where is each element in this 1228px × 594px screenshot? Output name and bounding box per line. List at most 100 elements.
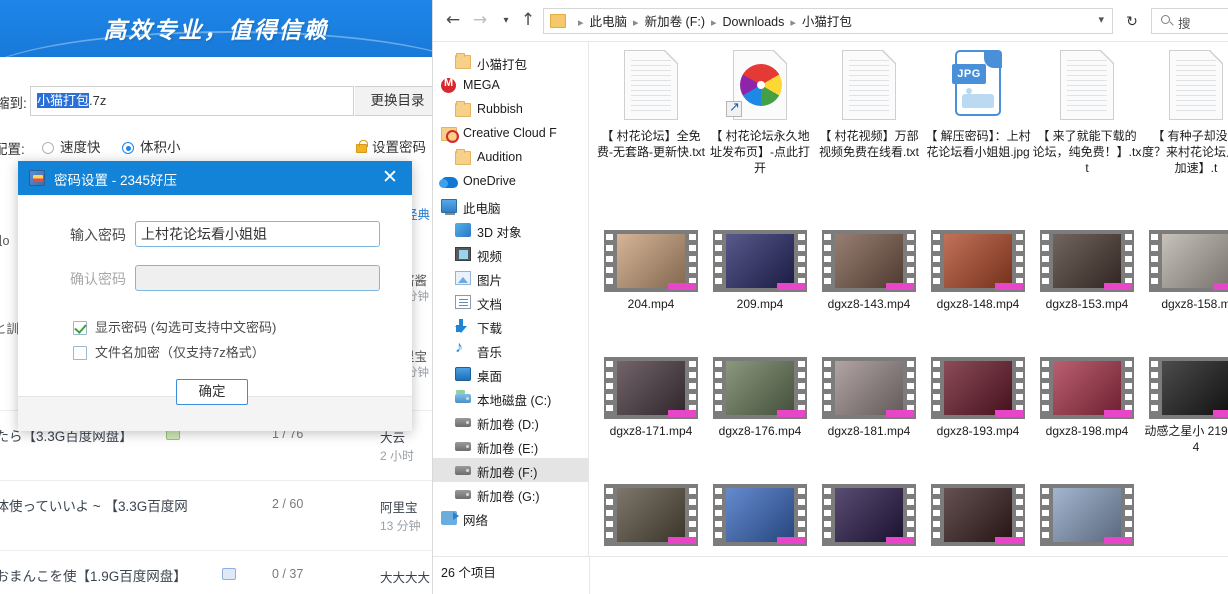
search-icon	[1161, 15, 1170, 24]
checkbox-box	[73, 321, 87, 335]
sidebar-item-label: 本地磁盘 (C:)	[477, 394, 552, 408]
screen-root: 高效专业，值得信赖 缩到: 小猫打包.7z 更换目录 配置: 速度快 体积小 设…	[0, 0, 1228, 594]
sidebar-item-13[interactable]: 桌面	[433, 362, 588, 386]
show-password-checkbox[interactable]: 显示密码 (勾选可支持中文密码)	[73, 317, 276, 336]
video-thumbnail-icon	[1032, 230, 1142, 297]
sidebar-item-6[interactable]: 此电脑	[433, 194, 588, 218]
sidebar-item-14[interactable]: 本地磁盘 (C:)	[433, 386, 588, 410]
sidebar-item-9[interactable]: 图片	[433, 266, 588, 290]
sidebar-item-label: Rubbish	[477, 102, 523, 116]
sidebar-item-7[interactable]: 3D 对象	[433, 218, 588, 242]
breadcrumb[interactable]: ▸ 此电脑 ▸ 新加卷 (F:) ▸ Downloads ▸ 小猫打包 ▾	[543, 8, 1113, 34]
archive-app-icon	[29, 170, 45, 186]
file-name-label: 【 村花论坛】全免费-无套路-更新快.txt	[597, 129, 705, 159]
breadcrumb-item-3[interactable]: 小猫打包	[802, 15, 852, 29]
sidebar-item-label: 桌面	[477, 370, 503, 384]
search-input[interactable]: 搜	[1151, 8, 1228, 34]
file-name-label: 【 来了就能下载的论坛，纯免费！】.txt	[1032, 129, 1142, 175]
sidebar-item-11[interactable]: 下载	[433, 314, 588, 338]
file-name-label: dgxz8-171.mp4	[609, 424, 693, 438]
sidebar-item-label: 新加卷 (D:)	[477, 418, 539, 432]
video-thumbnail-icon	[923, 230, 1033, 297]
text-file-icon	[1141, 50, 1228, 125]
change-directory-button[interactable]: 更换目录	[355, 86, 432, 116]
folder-icon	[550, 14, 566, 28]
password-input[interactable]: 上村花论坛看小姐姐	[135, 221, 380, 247]
video-thumbnail-icon	[1032, 357, 1142, 424]
sidebar-item-5[interactable]: OneDrive	[433, 170, 588, 194]
forum-left-fragment-1: 组o	[0, 234, 10, 248]
list-item[interactable]: におまんこを使【1.9G百度网盘】 0 / 37 大大大大	[0, 550, 432, 594]
radio-fast-dot	[42, 142, 54, 154]
list-item[interactable]: の体使っていいよ ~ 【3.3G百度网 2 / 60 阿里宝 13 分钟	[0, 480, 432, 550]
video-thumbnail-icon	[1032, 484, 1142, 551]
sidebar-item-17[interactable]: 新加卷 (F:)	[433, 458, 588, 482]
dialog-titlebar: 密码设置 - 2345好压 ✕	[18, 161, 412, 195]
sidebar-item-12[interactable]: 音乐	[433, 338, 588, 362]
sidebar-item-16[interactable]: 新加卷 (E:)	[433, 434, 588, 458]
file-grid[interactable]: 【 村花论坛】全免费-无套路-更新快.txt【 村花论坛永久地址发布页】-点此打…	[590, 42, 1228, 556]
file-explorer-window: ← → ▾ ↑ ▸ 此电脑 ▸ 新加卷 (F:) ▸ Downloads ▸ 小猫打包 ▾ ↻…	[432, 0, 1228, 594]
music-icon	[455, 339, 468, 357]
sidebar-item-19[interactable]: 网络	[433, 506, 588, 530]
forum-row-title: におまんこを使【1.9G百度网盘】	[0, 569, 187, 584]
video-thumbnail-icon	[923, 484, 1033, 551]
video-thumbnail-icon	[1141, 230, 1228, 297]
drive-icon	[455, 466, 471, 475]
radio-fast-label: 速度快	[60, 140, 101, 155]
drive-icon	[455, 418, 471, 427]
compress-to-label: 缩到:	[0, 96, 27, 111]
arrow-left-icon[interactable]: ←	[442, 10, 464, 32]
ok-button[interactable]: 确定	[176, 379, 248, 405]
sidebar-item-8[interactable]: 视频	[433, 242, 588, 266]
breadcrumb-item-0[interactable]: 此电脑	[590, 15, 628, 29]
sidebar-item-3[interactable]: Creative Cloud F	[433, 122, 588, 146]
video-thumbnail-icon	[705, 357, 815, 424]
downloads-icon	[455, 319, 467, 333]
chevron-down-icon[interactable]: ▾	[495, 10, 517, 32]
sidebar-item-10[interactable]: 文档	[433, 290, 588, 314]
file-name-label: 【 有种子却没速度？来村花论坛人工加速】.t	[1141, 129, 1228, 175]
forum-row-title: の体使っていいよ ~ 【3.3G百度网	[0, 499, 188, 514]
sidebar-item-15[interactable]: 新加卷 (D:)	[433, 410, 588, 434]
jpg-image-icon: JPG	[923, 50, 1033, 121]
sidebar-item-2[interactable]: Rubbish	[433, 98, 588, 122]
radio-small-size[interactable]: 体积小	[122, 136, 181, 156]
file-name-label: dgxz8-143.mp4	[827, 297, 911, 311]
drive-icon	[455, 442, 471, 451]
arrow-right-icon[interactable]: →	[469, 10, 491, 32]
arrow-up-icon[interactable]: ↑	[517, 10, 539, 32]
forum-row-time: 13 分钟	[380, 519, 421, 533]
sidebar-item-label: 3D 对象	[477, 226, 522, 240]
navigation-pane[interactable]: 小猫打包 MEGA Rubbish Creative Cloud F Audition O…	[433, 42, 589, 556]
promo-banner: 高效专业，值得信赖	[0, 0, 432, 57]
video-thumbnail-icon	[596, 357, 706, 424]
file-name-label: dgxz8-148.mp4	[936, 297, 1020, 311]
archive-name-input[interactable]: 小猫打包.7z	[30, 86, 354, 116]
video-thumbnail-icon	[705, 230, 815, 297]
sidebar-item-label: 网络	[463, 514, 489, 528]
attachment-badge-icon	[222, 568, 236, 580]
forum-row-author: 大大大大	[380, 571, 431, 585]
radio-fast-speed[interactable]: 速度快	[42, 136, 101, 156]
sidebar-item-1[interactable]: MEGA	[433, 74, 588, 98]
encrypt-filename-label: 文件名加密（仅支持7z格式）	[95, 345, 265, 360]
encrypt-filename-checkbox[interactable]: 文件名加密（仅支持7z格式）	[73, 342, 265, 361]
breadcrumb-item-1[interactable]: 新加卷 (F:)	[645, 15, 705, 29]
status-divider	[589, 557, 590, 594]
confirm-password-input[interactable]	[135, 265, 380, 291]
compression-config-label: 配置:	[0, 142, 25, 157]
sidebar-item-label: 图片	[477, 274, 503, 288]
sidebar-item-0[interactable]: 小猫打包	[433, 50, 588, 74]
radio-small-dot	[122, 142, 134, 154]
breadcrumb-item-2[interactable]: Downloads	[723, 15, 785, 29]
file-name-label: dgxz8-198.mp4	[1045, 424, 1129, 438]
radio-small-label: 体积小	[140, 140, 181, 155]
close-icon[interactable]: ✕	[368, 161, 412, 195]
chevron-down-icon[interactable]: ▾	[1098, 13, 1104, 26]
refresh-icon[interactable]: ↻	[1121, 10, 1143, 32]
set-password-button[interactable]: 设置密码	[356, 136, 426, 156]
sidebar-item-18[interactable]: 新加卷 (G:)	[433, 482, 588, 506]
sidebar-item-4[interactable]: Audition	[433, 146, 588, 170]
sidebar-item-label: 新加卷 (F:)	[477, 466, 538, 480]
